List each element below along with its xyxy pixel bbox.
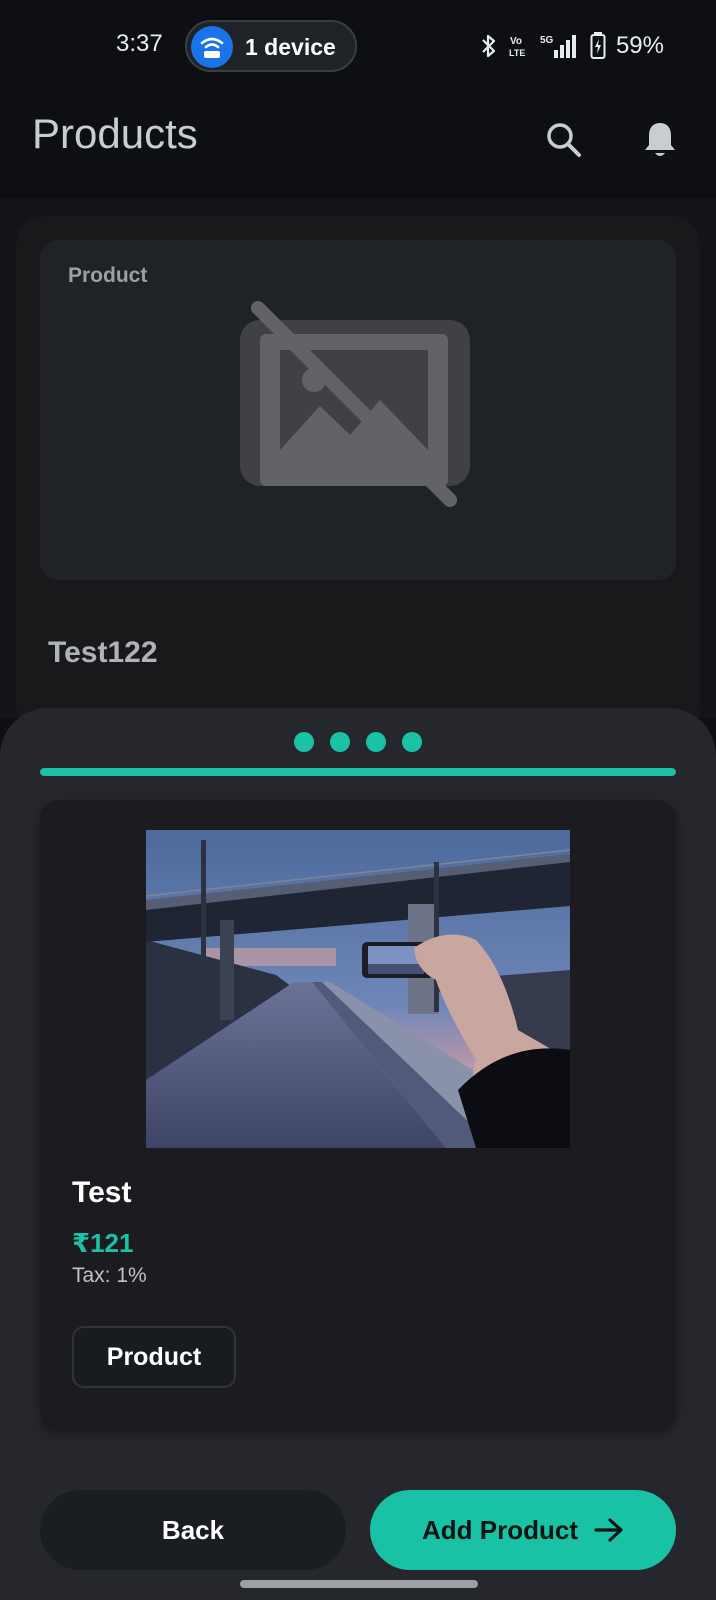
preview-price: ₹121 (72, 1228, 134, 1258)
5g-signal-icon: 5G (540, 35, 576, 58)
product-photo (146, 830, 570, 1148)
preview-product-name: Test (72, 1176, 132, 1209)
image-off-icon (240, 301, 470, 507)
add-product-label: Add Product (422, 1514, 578, 1545)
svg-text:5G: 5G (540, 35, 554, 46)
product-image-placeholder: Product (40, 240, 676, 580)
product-name: Test122 (48, 636, 158, 669)
hotspot-label: 1 device (245, 34, 336, 60)
svg-text:LTE: LTE (509, 48, 525, 58)
status-time: 3:37 (116, 30, 163, 57)
search-icon (547, 123, 581, 157)
add-product-sheet: Test ₹121 Tax: 1% Product Back Add Produ… (0, 708, 716, 1600)
volte-icon: Vo LTE (509, 36, 525, 58)
bluetooth-icon (482, 34, 496, 58)
battery-percent: 59% (615, 32, 664, 59)
step-dot (294, 732, 314, 752)
bell-icon (645, 123, 675, 156)
back-button[interactable]: Back (40, 1490, 346, 1570)
product-preview-card: Test ₹121 Tax: 1% Product (40, 800, 676, 1430)
home-indicator[interactable] (240, 1580, 478, 1588)
step-dot (402, 732, 422, 752)
hotspot-chip[interactable]: 1 device (185, 20, 357, 72)
add-product-button[interactable]: Add Product (370, 1490, 676, 1570)
step-indicator (294, 732, 422, 752)
status-bar: 3:37 1 device Vo LTE 5G 59% (0, 0, 716, 92)
status-icons: Vo LTE 5G 59% (480, 30, 664, 62)
arrow-right-icon (594, 1518, 623, 1542)
app-bar: Products (0, 92, 716, 198)
search-button[interactable] (536, 112, 592, 168)
preview-tax: Tax: 1% (72, 1264, 147, 1287)
hotspot-icon (191, 26, 233, 68)
progress-fill (40, 768, 676, 776)
svg-text:Vo: Vo (510, 36, 522, 47)
battery-charging-icon (590, 32, 606, 59)
notifications-button[interactable] (632, 112, 688, 168)
step-dot (330, 732, 350, 752)
progress-bar (40, 768, 676, 776)
category-chip: Product (72, 1326, 236, 1388)
page-title: Products (32, 110, 198, 157)
step-dot (366, 732, 386, 752)
image-placeholder-label: Product (68, 264, 148, 287)
